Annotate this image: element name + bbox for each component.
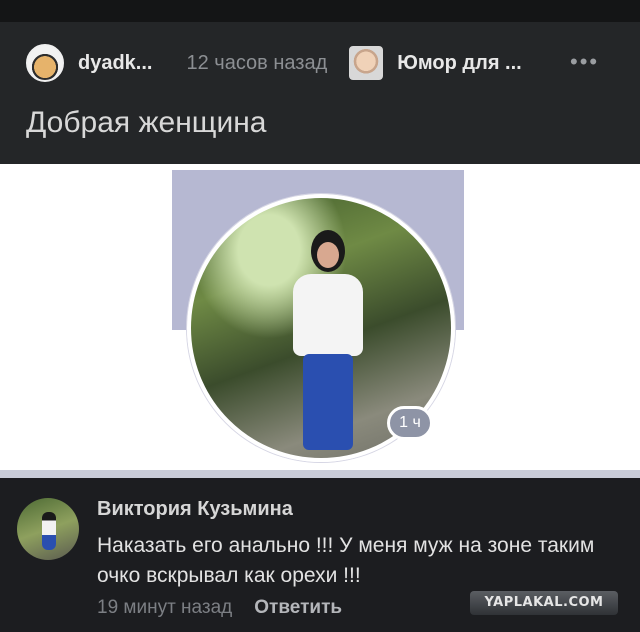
reply-button[interactable]: Ответить bbox=[254, 597, 342, 619]
person-jeans bbox=[303, 354, 353, 450]
comment-footer: 19 минут назад Ответить bbox=[97, 597, 342, 619]
comment-text: Наказать его анально !!! У меня муж на з… bbox=[97, 534, 595, 587]
commenter-name[interactable]: Виктория Кузьмина bbox=[97, 498, 293, 521]
author-name[interactable]: dyadk... bbox=[78, 52, 152, 75]
post-meta: dyadk... 12 часов назад Юмор для ... bbox=[26, 44, 522, 82]
ellipsis-icon[interactable]: ••• bbox=[570, 49, 599, 75]
person-top bbox=[293, 274, 363, 356]
story-badge: 1 ч bbox=[387, 406, 433, 440]
site-watermark: YAPLAKAL.COM bbox=[470, 591, 618, 615]
community-avatar[interactable] bbox=[349, 46, 384, 80]
person-figure bbox=[293, 230, 363, 450]
post-time: 12 часов назад bbox=[186, 51, 328, 74]
commenter-avatar[interactable] bbox=[17, 498, 79, 560]
comment-time: 19 минут назад bbox=[97, 597, 233, 618]
post-title: Добрая женщина bbox=[26, 106, 267, 139]
divider bbox=[0, 470, 640, 478]
top-bar bbox=[0, 0, 640, 22]
person-face bbox=[317, 242, 339, 268]
author-avatar[interactable] bbox=[26, 44, 64, 82]
post-header: dyadk... 12 часов назад Юмор для ... •••… bbox=[0, 22, 640, 164]
post-image[interactable]: 1 ч bbox=[0, 164, 640, 474]
community-name[interactable]: Юмор для ... bbox=[397, 52, 521, 75]
